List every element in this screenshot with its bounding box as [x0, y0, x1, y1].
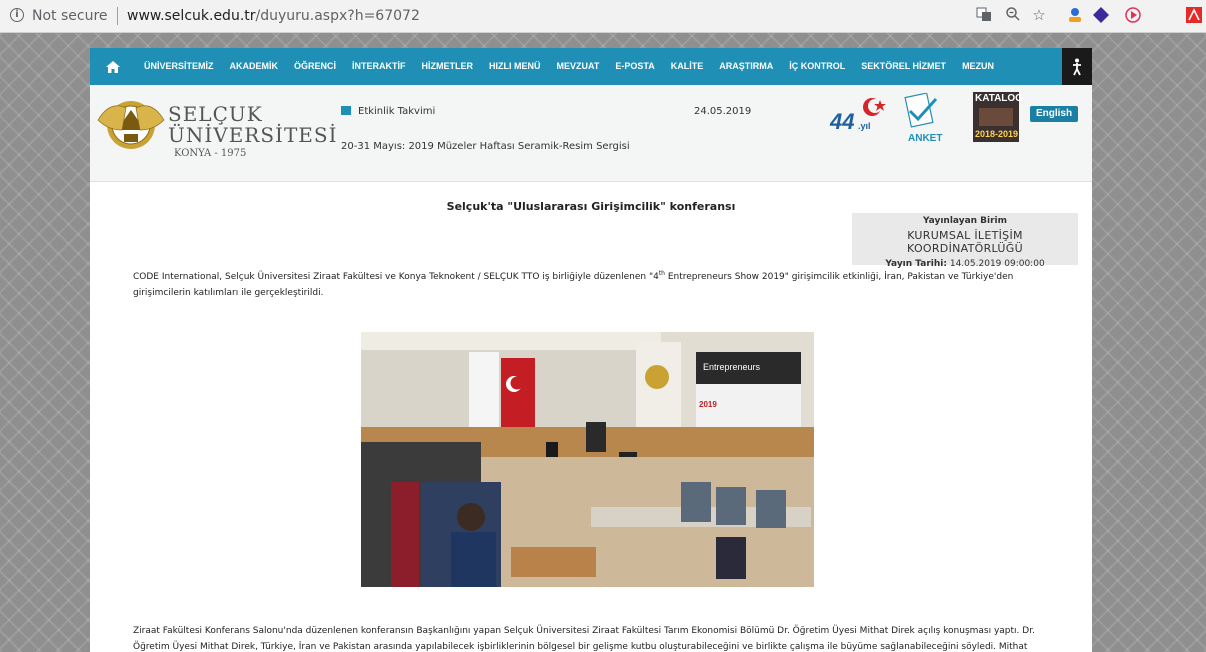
nav-item-e-posta[interactable]: E-POSTA — [607, 48, 662, 85]
catalog-title: KATALOG — [975, 93, 1023, 104]
url-domain: www.selcuk.edu.tr — [127, 8, 256, 24]
anniversary-number: 44 — [829, 109, 854, 134]
zoom-icon[interactable] — [1004, 6, 1022, 24]
home-icon[interactable] — [90, 48, 136, 85]
nav-item-akademik[interactable]: AKADEMİK — [222, 48, 287, 85]
paragraph-1-text-a: CODE International, Selçuk Üniversitesi … — [133, 272, 659, 282]
english-language-button[interactable]: English — [1030, 106, 1078, 122]
nav-item-hizmetler[interactable]: HİZMETLER — [414, 48, 482, 85]
accessibility-icon[interactable] — [1062, 48, 1092, 85]
extension-user-icon[interactable] — [1066, 6, 1084, 24]
catalog-thumbnail — [979, 108, 1013, 126]
nav-item-interaktif[interactable]: İNTERAKTİF — [344, 48, 414, 85]
nav-item-universitemiz[interactable]: ÜNİVERSİTEMİZ — [136, 48, 222, 85]
extension-pdf-icon[interactable] — [1185, 6, 1203, 24]
calendar-icon — [341, 106, 351, 115]
nav-item-sektorel-hizmet[interactable]: SEKTÖREL HİZMET — [853, 48, 954, 85]
bookmark-star-icon[interactable]: ☆ — [1030, 6, 1048, 24]
address-separator — [117, 7, 118, 25]
site-header: SELÇUK ÜNİVERSİTESİ KONYA - 1975 Etkinli… — [90, 85, 1092, 182]
security-label[interactable]: Not secure — [32, 8, 108, 24]
article-paragraph-1: CODE International, Selçuk Üniversitesi … — [133, 266, 1063, 301]
nav-item-kalite[interactable]: KALİTE — [663, 48, 712, 85]
paragraph-2-line-1: Ziraat Fakültesi Konferans Salonu'nda dü… — [133, 626, 1035, 636]
nav-item-ogrenci[interactable]: ÖĞRENCİ — [286, 48, 344, 85]
nav-item-mevzuat[interactable]: MEVZUAT — [549, 48, 608, 85]
nav-item-ic-kontrol[interactable]: İÇ KONTROL — [781, 48, 853, 85]
article-paragraph-2: Ziraat Fakültesi Konferans Salonu'nda dü… — [133, 623, 1063, 652]
translate-icon[interactable] — [975, 6, 993, 24]
nav-item-hizli-menu[interactable]: HIZLI MENÜ — [481, 48, 549, 85]
photo-screen-year: 2019 — [699, 400, 717, 409]
event-headline[interactable]: 20-31 Mayıs: 2019 Müzeler Haftası Serami… — [341, 141, 630, 152]
publisher-heading: Yayınlayan Birim — [922, 216, 1008, 226]
extension-diamond-icon[interactable] — [1092, 6, 1110, 24]
university-seal-logo[interactable] — [96, 90, 166, 160]
survey-label[interactable]: ANKET — [908, 133, 942, 144]
main-navigation: ÜNİVERSİTEMİZ AKADEMİK ÖĞRENCİ İNTERAKTİ… — [90, 48, 1092, 85]
browser-address-bar: i Not secure www.selcuk.edu.tr/duyuru.as… — [0, 0, 1206, 33]
info-icon[interactable]: i — [10, 8, 24, 22]
paragraph-2-line-2: Öğretim Üyesi Mithat Direk, Türkiye, İra… — [133, 642, 1028, 652]
survey-icon[interactable] — [904, 92, 938, 137]
page-container: ÜNİVERSİTEMİZ AKADEMİK ÖĞRENCİ İNTERAKTİ… — [90, 48, 1092, 652]
paragraph-1-line-2: girişimcilerin katılımları ile gerçekleş… — [133, 288, 324, 298]
article-title: Selçuk'ta "Uluslararası Girişimcilik" ko… — [446, 200, 736, 213]
catalog-years: 2018-2019 — [975, 129, 1019, 139]
event-calendar-label[interactable]: Etkinlik Takvimi — [358, 106, 435, 117]
logo-wordmark-line2: ÜNİVERSİTESİ — [168, 123, 338, 147]
event-date: 24.05.2019 — [694, 106, 752, 117]
extension-play-icon[interactable] — [1124, 6, 1142, 24]
url-field[interactable]: www.selcuk.edu.tr/duyuru.aspx?h=67072 — [127, 8, 420, 24]
nav-item-arastirma[interactable]: ARAŞTIRMA — [711, 48, 781, 85]
nav-item-mezun[interactable]: MEZUN — [954, 48, 1002, 85]
photo-screen-text: Entrepreneurs — [703, 362, 761, 372]
anniversary-badge[interactable]: 44 .yıl — [828, 95, 886, 139]
logo-founding: KONYA - 1975 — [174, 148, 247, 159]
paragraph-1-text-b: Entrepreneurs Show 2019" girişimcilik et… — [664, 272, 1014, 282]
catalog-banner[interactable]: KATALOG 2018-2019 — [973, 92, 1023, 142]
anniversary-suffix: .yıl — [858, 121, 871, 131]
publisher-box: Yayınlayan Birim KURUMSAL İLETİŞİM KOORD… — [852, 213, 1078, 269]
publisher-name: KURUMSAL İLETİŞİM KOORDİNATÖRLÜĞÜ — [907, 229, 1023, 255]
conference-photo: Entrepreneurs 2019 — [361, 332, 814, 587]
url-path: /duyuru.aspx?h=67072 — [255, 8, 420, 24]
